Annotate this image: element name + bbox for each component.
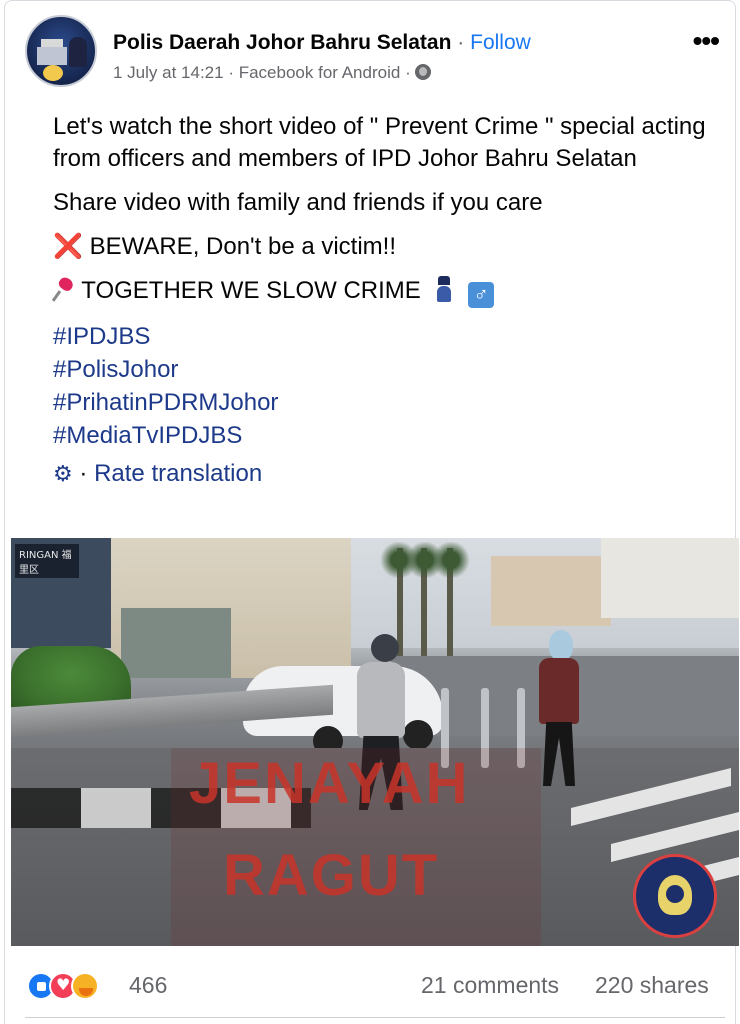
video-shop-sign: RINGAN 福里区 <box>15 544 79 578</box>
shares-count[interactable]: 220 shares <box>595 972 709 999</box>
post-header: Polis Daerah Johor Bahru Selatan · Follo… <box>25 15 725 95</box>
avatar-officer <box>69 37 87 67</box>
care-reaction-icon <box>71 972 99 1000</box>
video-woman-legs <box>543 722 575 786</box>
meta-separator: · <box>228 63 234 82</box>
gear-icon: ⚙ <box>53 461 73 486</box>
hashtag-list: #IPDJBS #PolisJohor #PrihatinPDRMJohor #… <box>53 320 713 452</box>
rate-translation-link[interactable]: Rate translation <box>94 460 262 487</box>
pushpin-icon <box>53 278 75 300</box>
globe-icon <box>415 64 432 80</box>
post-paragraph-2: Share video with family and friends if y… <box>53 189 543 216</box>
video-shop: RINGAN 福里区 <box>11 538 111 648</box>
video-title-line-1: JENAYAH <box>189 751 470 816</box>
more-options-icon[interactable]: ••• <box>693 27 720 55</box>
meta-separator-2: · <box>405 63 411 82</box>
rate-separator: · <box>79 460 88 487</box>
page-name-link[interactable]: Polis Daerah Johor Bahru Selatan <box>113 31 451 54</box>
video-woman-torso <box>539 658 579 724</box>
hashtag-link[interactable]: #MediaTvIPDJBS <box>53 419 713 452</box>
post-source: Facebook for Android <box>238 63 401 82</box>
rate-translation[interactable]: ⚙ · Rate translation <box>53 458 713 490</box>
police-logo-watermark <box>633 854 717 938</box>
video-man-torso <box>357 662 405 738</box>
comments-count[interactable]: 21 comments <box>421 972 559 999</box>
cross-mark-icon: ❌ <box>53 233 83 260</box>
page-name-line: Polis Daerah Johor Bahru Selatan · Follo… <box>113 31 531 55</box>
video-building <box>111 538 351 678</box>
hashtag-link[interactable]: #IPDJBS <box>53 320 713 353</box>
video-title-line-2: RAGUT <box>223 843 440 908</box>
beware-line: ❌ BEWARE, Don't be a victim!! <box>53 231 713 263</box>
video-player[interactable]: RINGAN 福里区 JENAYAH RAGUT <box>11 538 739 946</box>
avatar-building-base <box>37 47 67 65</box>
together-line: TOGETHER WE SLOW CRIME ♂ <box>53 275 713 308</box>
separator: · <box>457 31 465 54</box>
stats-divider <box>25 1017 725 1018</box>
hashtag-link[interactable]: #PolisJohor <box>53 353 713 386</box>
video-palm-leaves <box>431 542 471 578</box>
post-timestamp[interactable]: 1 July at 14:21 <box>113 63 224 82</box>
post-card: Polis Daerah Johor Bahru Selatan · Follo… <box>4 0 739 1024</box>
reaction-count[interactable]: 466 <box>129 972 167 999</box>
police-officer-icon <box>435 276 453 302</box>
video-shutter <box>121 608 231 678</box>
video-woman-head <box>549 630 573 660</box>
post-paragraph-1: Let's watch the short video of " Prevent… <box>53 113 706 172</box>
post-stats: 466 21 comments 220 shares <box>27 966 727 1006</box>
post-body: Let's watch the short video of " Prevent… <box>53 111 713 490</box>
beware-text: BEWARE, Don't be a victim!! <box>89 233 397 260</box>
follow-button[interactable]: Follow <box>470 31 531 54</box>
male-sign-icon: ♂ <box>468 282 495 308</box>
together-text: TOGETHER WE SLOW CRIME <box>81 277 421 304</box>
hashtag-link[interactable]: #PrihatinPDRMJohor <box>53 386 713 419</box>
page-avatar[interactable] <box>25 15 97 87</box>
video-building <box>491 556 611 626</box>
video-man-head <box>371 634 399 662</box>
post-meta: 1 July at 14:21 · Facebook for Android · <box>113 63 432 83</box>
reactions-summary[interactable] <box>27 972 123 1002</box>
avatar-badge <box>43 65 63 81</box>
video-building <box>601 538 739 618</box>
